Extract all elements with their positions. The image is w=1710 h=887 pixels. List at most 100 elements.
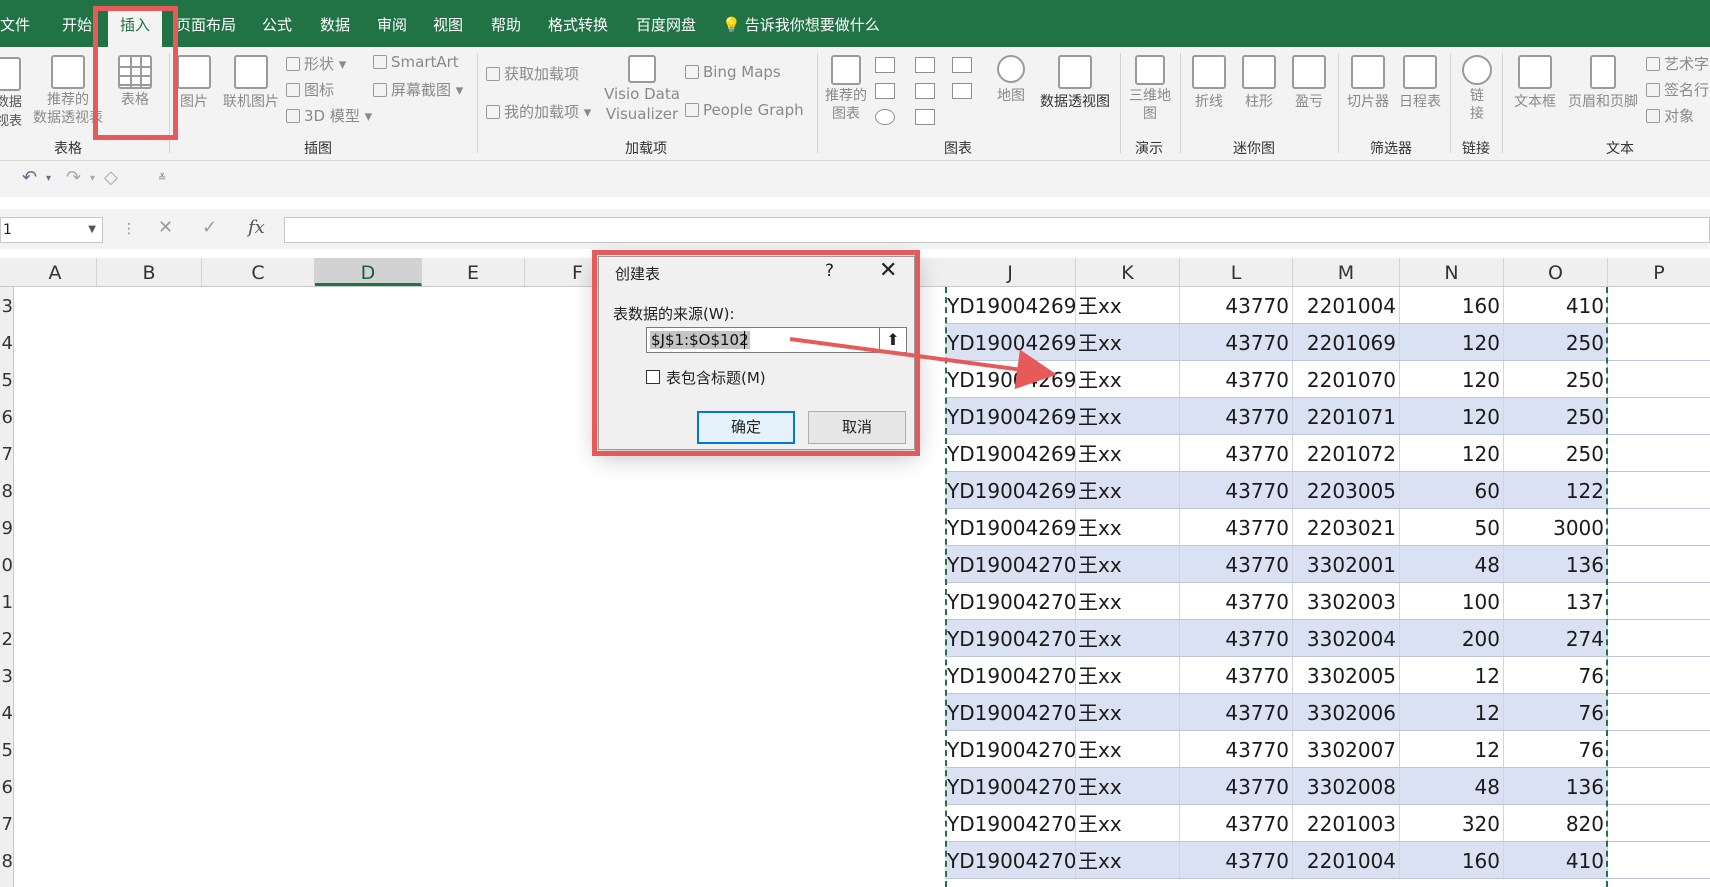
timeline-button[interactable]: 日程表 xyxy=(1396,55,1444,111)
scatter-chart-icon[interactable] xyxy=(915,109,935,125)
help-icon[interactable]: ? xyxy=(825,261,834,281)
table-cell[interactable]: YD190042705 xyxy=(945,842,1076,878)
table-cell[interactable]: 136 xyxy=(1504,546,1608,582)
customize-qat-icon[interactable]: ≚ xyxy=(158,173,166,184)
table-cell[interactable]: 王xx xyxy=(1076,509,1180,545)
shapes-button[interactable]: 形状 ▾ xyxy=(286,53,346,74)
has-headers-label[interactable]: 表包含标题(M) xyxy=(666,367,766,388)
textbox-button[interactable]: 文本框 xyxy=(1510,55,1560,111)
table-cell[interactable]: 50 xyxy=(1400,509,1504,545)
table-cell[interactable]: 2203005 xyxy=(1293,472,1400,508)
tab-data[interactable]: 数据 xyxy=(320,0,350,47)
table-cell[interactable]: 137 xyxy=(1504,583,1608,619)
row-header[interactable]: 7 xyxy=(0,805,13,842)
table-cell[interactable]: YD190042705 xyxy=(945,768,1076,804)
chevron-down-icon[interactable]: ▼ xyxy=(88,218,96,242)
table-cell[interactable]: 120 xyxy=(1400,324,1504,360)
tab-formulas[interactable]: 公式 xyxy=(262,0,292,47)
row-header[interactable]: 0 xyxy=(0,546,13,583)
table-cell[interactable]: 410 xyxy=(1504,287,1608,323)
pictures-button[interactable]: 图片 xyxy=(174,55,214,111)
table-cell[interactable]: 250 xyxy=(1504,398,1608,434)
sparkline-line-button[interactable]: 折线 xyxy=(1188,55,1230,111)
close-icon[interactable]: ✕ xyxy=(879,258,897,283)
row-header[interactable]: 7 xyxy=(0,435,13,472)
enter-check-icon[interactable]: ✓ xyxy=(202,217,217,238)
table-cell[interactable] xyxy=(1608,620,1710,656)
table-cell[interactable] xyxy=(1608,324,1710,360)
tab-view[interactable]: 视图 xyxy=(433,0,463,47)
column-header-c[interactable]: C xyxy=(202,258,315,286)
table-cell[interactable]: 王xx xyxy=(1076,324,1180,360)
table-cell[interactable] xyxy=(1608,583,1710,619)
table-cell[interactable]: YD190042696 xyxy=(945,435,1076,471)
table-cell[interactable]: 43770 xyxy=(1180,435,1293,471)
table-cell[interactable]: 2201071 xyxy=(1293,398,1400,434)
table-cell[interactable]: 43770 xyxy=(1180,361,1293,397)
tab-page-layout[interactable]: 页面布局 xyxy=(176,0,236,47)
table-cell[interactable]: 43770 xyxy=(1180,768,1293,804)
table-cell[interactable]: 王xx xyxy=(1076,805,1180,841)
table-cell[interactable]: 76 xyxy=(1504,657,1608,693)
table-cell[interactable]: 43770 xyxy=(1180,398,1293,434)
table-cell[interactable]: 43770 xyxy=(1180,620,1293,656)
tab-baidu-netdisk[interactable]: 百度网盘 xyxy=(636,0,696,47)
table-cell[interactable]: 410 xyxy=(1504,842,1608,878)
redo-icon[interactable]: ↷ xyxy=(66,167,81,188)
table-cell[interactable]: 王xx xyxy=(1076,287,1180,323)
table-cell[interactable]: 100 xyxy=(1400,583,1504,619)
table-cell[interactable] xyxy=(1608,546,1710,582)
table-cell[interactable]: 43770 xyxy=(1180,731,1293,767)
row-header[interactable]: 9 xyxy=(0,509,13,546)
table-cell[interactable]: YD190042705 xyxy=(945,657,1076,693)
combo-chart-icon[interactable] xyxy=(952,83,972,99)
pivot-chart-button[interactable]: 数据透视图 xyxy=(1036,55,1114,111)
column-header-n[interactable]: N xyxy=(1400,258,1504,286)
3d-models-button[interactable]: 3D 模型 ▾ xyxy=(286,105,372,126)
column-header-d[interactable]: D xyxy=(315,258,422,286)
table-cell[interactable]: 160 xyxy=(1400,287,1504,323)
table-cell[interactable]: 43770 xyxy=(1180,287,1293,323)
row-header[interactable]: 3 xyxy=(0,287,13,324)
table-cell[interactable]: 122 xyxy=(1504,472,1608,508)
undo-icon[interactable]: ↶ xyxy=(22,167,37,188)
column-header-l[interactable]: L xyxy=(1180,258,1293,286)
table-cell[interactable]: 3302001 xyxy=(1293,546,1400,582)
pivot-table-button[interactable]: 数据 视表 xyxy=(0,57,24,131)
table-cell[interactable]: 48 xyxy=(1400,768,1504,804)
column-header-a[interactable]: A xyxy=(14,258,97,286)
source-range-input[interactable]: $J$1:$O$102 ⬆ xyxy=(646,327,907,353)
table-cell[interactable]: 12 xyxy=(1400,657,1504,693)
column-header-b[interactable]: B xyxy=(97,258,202,286)
column-header-e[interactable]: E xyxy=(422,258,525,286)
row-header[interactable]: 4 xyxy=(0,694,13,731)
table-cell[interactable]: 2201070 xyxy=(1293,361,1400,397)
table-cell[interactable]: 3302008 xyxy=(1293,768,1400,804)
table-cell[interactable]: 3302003 xyxy=(1293,583,1400,619)
table-cell[interactable]: 王xx xyxy=(1076,472,1180,508)
table-cell[interactable]: 王xx xyxy=(1076,583,1180,619)
table-cell[interactable] xyxy=(1608,472,1710,508)
table-cell[interactable]: 76 xyxy=(1504,731,1608,767)
ok-button[interactable]: 确定 xyxy=(697,411,795,444)
table-cell[interactable]: 12 xyxy=(1400,694,1504,730)
table-cell[interactable]: 3302005 xyxy=(1293,657,1400,693)
table-cell[interactable]: 王xx xyxy=(1076,620,1180,656)
3d-map-button[interactable]: 三维地 图 xyxy=(1124,55,1176,123)
signature-line-button[interactable]: 签名行 xyxy=(1646,79,1709,100)
has-headers-checkbox[interactable] xyxy=(646,370,660,384)
table-cell[interactable]: 43770 xyxy=(1180,509,1293,545)
tab-home[interactable]: 开始 xyxy=(62,0,92,47)
table-cell[interactable]: 2201004 xyxy=(1293,287,1400,323)
row-header[interactable]: 1 xyxy=(0,583,13,620)
tab-insert[interactable]: 插入 xyxy=(108,8,163,47)
table-cell[interactable]: 320 xyxy=(1400,805,1504,841)
icons-button[interactable]: 图标 xyxy=(286,79,334,100)
tell-me-search[interactable]: 💡 告诉我你想要做什么 xyxy=(722,0,880,47)
tab-help[interactable]: 帮助 xyxy=(491,0,521,47)
table-cell[interactable] xyxy=(1608,657,1710,693)
table-cell[interactable]: 王xx xyxy=(1076,768,1180,804)
column-header-j[interactable]: J xyxy=(945,258,1076,286)
table-cell[interactable]: YD190042696 xyxy=(945,509,1076,545)
table-cell[interactable]: 60 xyxy=(1400,472,1504,508)
